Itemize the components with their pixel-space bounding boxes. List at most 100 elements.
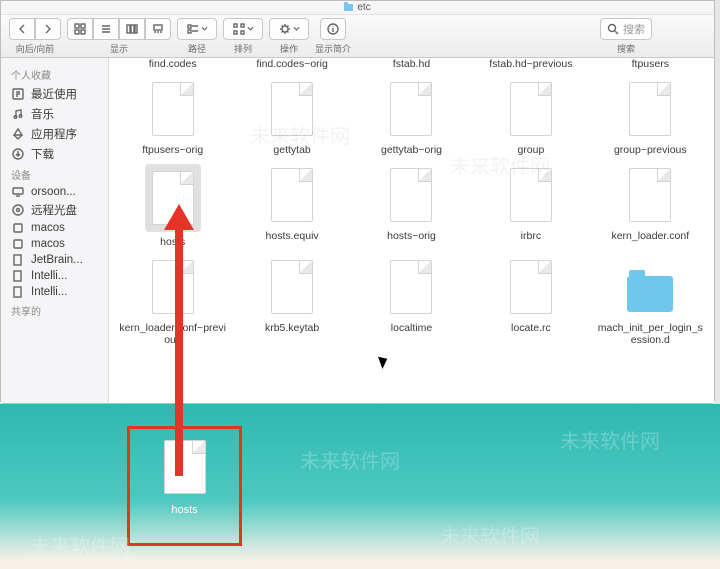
forward-button[interactable]	[35, 18, 61, 40]
action-label: 操作	[280, 42, 298, 55]
nav-group: 向后/向前	[9, 18, 61, 55]
nav-label: 向后/向前	[16, 42, 55, 55]
folder-item[interactable]: mach_init_per_login_session.d	[595, 256, 706, 346]
document-icon	[164, 440, 206, 494]
action-button[interactable]	[269, 18, 309, 40]
file-item[interactable]: localtime	[356, 256, 467, 346]
view-column-button[interactable]	[119, 18, 145, 40]
document-icon	[390, 168, 432, 222]
sidebar-item-orsoon[interactable]: orsoon...	[1, 184, 108, 200]
sort-button[interactable]	[223, 18, 263, 40]
document-icon	[510, 82, 552, 136]
watermark: 未来软件网	[440, 520, 540, 549]
document-icon	[271, 260, 313, 314]
path-group: 路径	[177, 18, 217, 55]
apps-icon	[11, 128, 25, 140]
file-item[interactable]: fstab.hd	[356, 58, 467, 70]
file-item[interactable]: group	[475, 78, 586, 156]
view-label: 显示	[110, 42, 128, 55]
file-item[interactable]: find.codes	[117, 58, 228, 70]
file-item[interactable]: hosts~orig	[356, 164, 467, 248]
window-title: etc	[357, 2, 370, 13]
search-input[interactable]: 搜索	[600, 18, 652, 40]
finder-window: etc 向后/向前 显示 路径 排列	[0, 0, 715, 404]
sidebar-header-shared: 共享的	[1, 300, 108, 320]
title-bar[interactable]: etc	[1, 1, 714, 15]
file-item[interactable]: hosts.equiv	[236, 164, 347, 248]
toolbar: 向后/向前 显示 路径 排列 操作 显示简介	[1, 15, 714, 58]
sidebar-item-jetbrains[interactable]: JetBrain...	[1, 252, 108, 268]
search-label: 搜索	[617, 42, 635, 55]
view-list-button[interactable]	[93, 18, 119, 40]
music-icon	[11, 108, 25, 120]
file-grid-area[interactable]: find.codes find.codes~orig fstab.hd fsta…	[109, 58, 714, 403]
desktop-file-hosts[interactable]: hosts	[127, 426, 242, 546]
path-label: 路径	[188, 42, 206, 55]
info-label: 显示简介	[315, 42, 351, 55]
file-item-hosts[interactable]: hosts	[117, 164, 228, 248]
file-item[interactable]: kern_loader.conf	[595, 164, 706, 248]
file-item[interactable]: ftpusers~orig	[117, 78, 228, 156]
file-item[interactable]: ftpusers	[595, 58, 706, 70]
sidebar-item-macos-1[interactable]: macos	[1, 220, 108, 236]
page-icon	[11, 254, 25, 266]
monitor-icon	[11, 186, 25, 198]
search-group: 搜索 搜索	[546, 18, 706, 55]
view-group: 显示	[67, 18, 171, 55]
sort-group: 排列	[223, 18, 263, 55]
action-group: 操作	[269, 18, 309, 55]
watermark: 未来软件网	[30, 530, 130, 559]
document-icon	[271, 168, 313, 222]
sidebar-header-favorites: 个人收藏	[1, 64, 108, 84]
document-icon	[152, 82, 194, 136]
sidebar-item-macos-2[interactable]: macos	[1, 236, 108, 252]
page-icon	[11, 270, 25, 282]
sidebar: 个人收藏 最近使用 音乐 应用程序 下载 设备 orsoon... 远程光盘 m…	[1, 58, 109, 403]
document-icon	[629, 82, 671, 136]
file-item[interactable]: group~previous	[595, 78, 706, 156]
document-icon	[152, 260, 194, 314]
window-body: 个人收藏 最近使用 音乐 应用程序 下载 设备 orsoon... 远程光盘 m…	[1, 58, 714, 403]
file-item[interactable]: irbrc	[475, 164, 586, 248]
file-item[interactable]: find.codes~orig	[236, 58, 347, 70]
sort-label: 排列	[234, 42, 252, 55]
disk-icon	[11, 238, 25, 250]
sidebar-item-intellij-1[interactable]: Intelli...	[1, 268, 108, 284]
clock-icon	[11, 88, 25, 100]
watermark: 未来软件网	[300, 445, 400, 474]
file-grid: find.codes find.codes~orig fstab.hd fsta…	[117, 58, 706, 346]
back-button[interactable]	[9, 18, 35, 40]
search-placeholder: 搜索	[623, 21, 645, 37]
folder-icon	[344, 4, 353, 11]
view-icon-button[interactable]	[67, 18, 93, 40]
cursor-icon	[380, 355, 390, 369]
file-item[interactable]: kern_loader.conf~previous	[117, 256, 228, 346]
download-icon	[11, 148, 25, 160]
view-gallery-button[interactable]	[145, 18, 171, 40]
search-icon	[607, 23, 619, 35]
disc-icon	[11, 204, 25, 216]
file-item[interactable]: krb5.keytab	[236, 256, 347, 346]
sidebar-item-downloads[interactable]: 下载	[1, 144, 108, 164]
sidebar-item-recent[interactable]: 最近使用	[1, 84, 108, 104]
file-item[interactable]: gettytab	[236, 78, 347, 156]
file-item[interactable]: fstab.hd~previous	[475, 58, 586, 70]
info-button[interactable]	[320, 18, 346, 40]
file-item[interactable]: locate.rc	[475, 256, 586, 346]
sidebar-item-remote-disc[interactable]: 远程光盘	[1, 200, 108, 220]
sidebar-item-music[interactable]: 音乐	[1, 104, 108, 124]
document-icon	[510, 168, 552, 222]
sidebar-header-devices: 设备	[1, 164, 108, 184]
path-button[interactable]	[177, 18, 217, 40]
document-icon	[271, 82, 313, 136]
disk-icon	[11, 222, 25, 234]
document-icon	[390, 260, 432, 314]
file-item[interactable]: gettytab~orig	[356, 78, 467, 156]
info-group: 显示简介	[315, 18, 351, 55]
document-icon	[510, 260, 552, 314]
sidebar-item-apps[interactable]: 应用程序	[1, 124, 108, 144]
document-icon	[152, 171, 194, 225]
page-icon	[11, 286, 25, 298]
document-icon	[629, 168, 671, 222]
sidebar-item-intellij-2[interactable]: Intelli...	[1, 284, 108, 300]
